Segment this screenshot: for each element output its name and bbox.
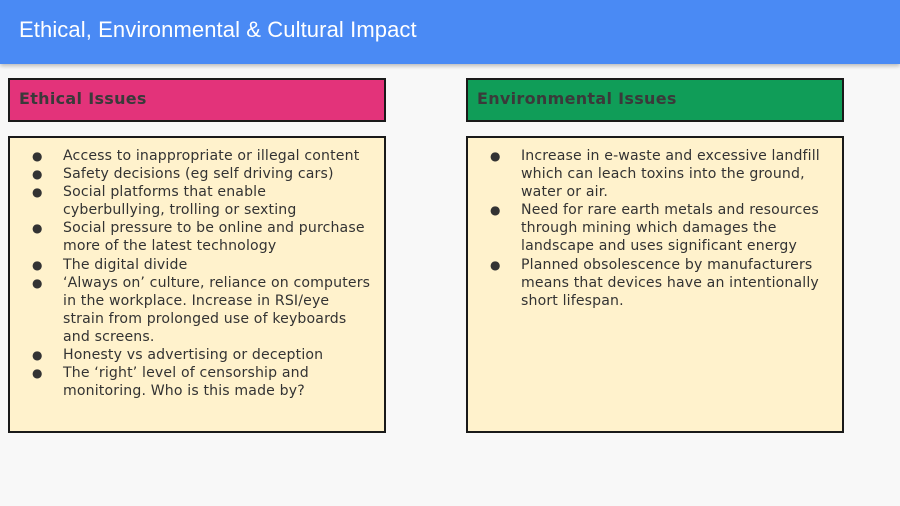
list-item-text: Need for rare earth metals and resources…: [521, 202, 819, 255]
list-item-text: Honesty vs advertising or deception: [63, 347, 324, 364]
bullet-icon: ●: [490, 149, 501, 163]
list-item-text: The ‘right’ level of censorship and moni…: [63, 365, 309, 400]
list-item: ● Increase in e-waste and excessive landf…: [468, 147, 830, 201]
bullet-icon: ●: [32, 149, 43, 163]
title-bar: Ethical, Environmental & Cultural Impact: [0, 0, 900, 64]
bullet-icon: ●: [32, 348, 43, 363]
environmental-issues-body: ● Increase in e-waste and excessive landf…: [466, 136, 844, 433]
page-title: Ethical, Environmental & Cultural Impact: [19, 17, 417, 42]
bullet-icon: ●: [32, 257, 43, 272]
bullet-icon: ●: [32, 221, 43, 236]
list-item-text: Access to inappropriate or illegal conte…: [63, 148, 360, 164]
list-item-text: Safety decisions (eg self driving cars): [63, 166, 334, 183]
bullet-icon: ●: [32, 366, 43, 381]
list-item-text: The digital divide: [63, 256, 188, 273]
list-item: ● Social pressure to be online and purcha…: [10, 219, 372, 255]
list-item-text: Planned obsolescence by manufacturers me…: [521, 256, 819, 309]
environmental-issues-heading: Environmental Issues: [477, 89, 677, 108]
list-item: ● The ‘right’ level of censorship and mon…: [10, 364, 372, 400]
environmental-issues-list: ● Increase in e-waste and excessive landf…: [468, 147, 830, 310]
ethical-issues-list: ● Access to inappropriate or illegal cont…: [10, 147, 372, 400]
bullet-icon: ●: [32, 167, 43, 182]
ethical-issues-body: ● Access to inappropriate or illegal cont…: [8, 136, 386, 433]
list-item-text: Social pressure to be online and purchas…: [63, 220, 365, 255]
ethical-issues-header: Ethical Issues: [8, 78, 386, 122]
environmental-issues-header: Environmental Issues: [466, 78, 844, 122]
bullet-icon: ●: [490, 257, 501, 272]
bullet-icon: ●: [32, 185, 43, 200]
list-item: ● Need for rare earth metals and resource…: [468, 201, 830, 255]
ethical-issues-heading: Ethical Issues: [19, 89, 147, 108]
list-item: ● Safety decisions (eg self driving cars): [10, 165, 372, 183]
list-item-text: ‘Always on’ culture, reliance on compute…: [63, 274, 371, 345]
list-item-text: Social platforms that enable cyberbullyi…: [63, 184, 297, 219]
list-item: ● Planned obsolescence by manufacturers m…: [468, 256, 830, 310]
list-item: ● The digital divide: [10, 256, 372, 274]
list-item: ● Honesty vs advertising or deception: [10, 346, 372, 364]
bullet-icon: ●: [32, 275, 43, 290]
list-item: ● ‘Always on’ culture, reliance on comput…: [10, 274, 372, 346]
list-item: ● Social platforms that enable cyberbully…: [10, 183, 372, 219]
list-item: ● Access to inappropriate or illegal cont…: [10, 147, 372, 165]
list-item-text: Increase in e-waste and excessive landfi…: [521, 148, 820, 201]
bullet-icon: ●: [490, 203, 501, 218]
